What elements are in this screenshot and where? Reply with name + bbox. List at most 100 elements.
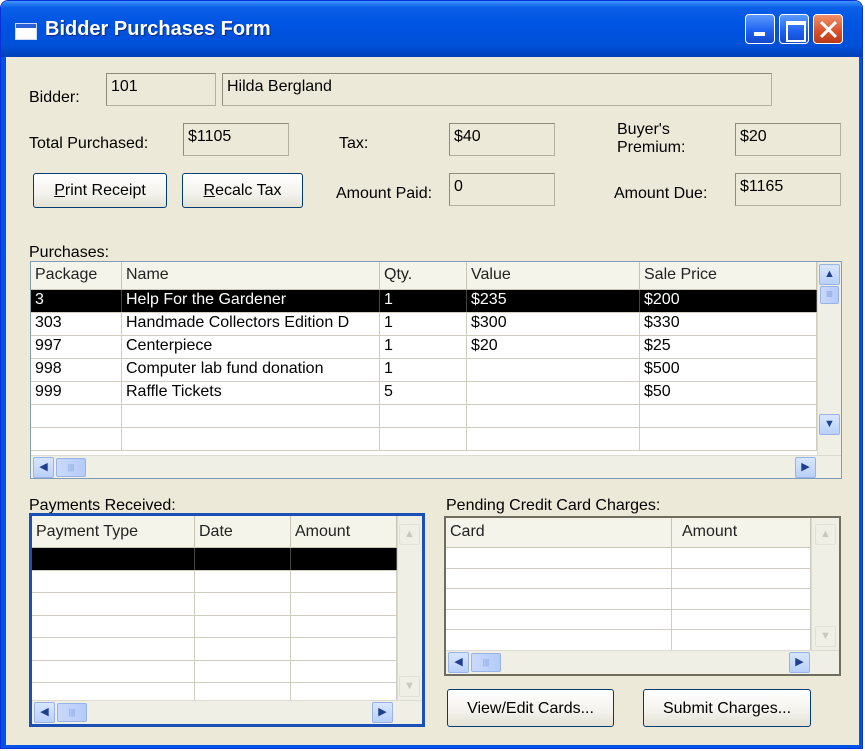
column-header-card[interactable]: Card [446, 518, 672, 548]
pending-vertical-scrollbar[interactable]: ▲ ▼ [811, 518, 839, 650]
cell-amount[interactable] [672, 609, 811, 629]
tax-field[interactable]: $40 [449, 123, 555, 156]
scroll-right-icon[interactable]: ▶ [372, 702, 393, 723]
cell-card[interactable] [446, 589, 672, 609]
cell-amount[interactable] [291, 593, 397, 615]
cell-name[interactable]: Help For the Gardener [122, 290, 380, 312]
bidder-name-field[interactable]: Hilda Bergland [222, 73, 772, 106]
cell-payment-type[interactable] [32, 570, 195, 592]
cell-package[interactable]: 999 [31, 382, 122, 404]
scroll-left-icon[interactable]: ◀ [33, 457, 54, 478]
cell-date[interactable] [195, 615, 291, 637]
cell-sale-price[interactable] [640, 428, 817, 450]
cell-value[interactable]: $235 [467, 290, 640, 312]
payment-row[interactable] [32, 593, 397, 616]
cell-name[interactable]: Raffle Tickets [122, 382, 380, 404]
scroll-thumb[interactable] [471, 653, 501, 672]
cell-amount[interactable] [291, 660, 397, 682]
cell-package[interactable]: 303 [31, 313, 122, 335]
cell-qty[interactable]: 1 [380, 290, 467, 312]
cell-name[interactable]: Handmade Collectors Edition D [122, 313, 380, 335]
cell-sale-price[interactable]: $200 [640, 290, 817, 312]
cell-name[interactable] [122, 428, 380, 450]
cell-name[interactable]: Computer lab fund donation [122, 359, 380, 381]
purchase-row[interactable]: 3 Help For the Gardener 1 $235 $200 [31, 290, 817, 313]
maximize-button[interactable] [779, 14, 809, 44]
amount-due-field[interactable]: $1165 [735, 173, 841, 206]
cell-package[interactable]: 3 [31, 290, 122, 312]
cell-card[interactable] [446, 568, 672, 588]
payment-row[interactable] [32, 615, 397, 638]
payments-grid[interactable]: Payment Type Date Amount ▲ ▼ ◀ ▶ [29, 513, 425, 727]
cell-sale-price[interactable]: $25 [640, 336, 817, 358]
cell-value[interactable]: $300 [467, 313, 640, 335]
cell-payment-type[interactable] [32, 638, 195, 660]
cell-sale-price[interactable] [640, 405, 817, 427]
pending-charge-row[interactable] [446, 568, 811, 589]
cell-qty[interactable] [380, 428, 467, 450]
cell-value[interactable]: $20 [467, 336, 640, 358]
pending-charges-grid[interactable]: Card Amount ▲ ▼ ◀ ▶ [444, 516, 841, 676]
cell-amount[interactable] [291, 570, 397, 592]
purchase-row[interactable]: 997 Centerpiece 1 $20 $25 [31, 336, 817, 359]
cell-name[interactable] [122, 405, 380, 427]
scroll-up-icon[interactable]: ▲ [819, 264, 840, 285]
title-bar[interactable]: Bidder Purchases Form [1, 1, 862, 57]
cell-sale-price[interactable]: $500 [640, 359, 817, 381]
cell-value[interactable] [467, 428, 640, 450]
scroll-thumb[interactable] [820, 286, 839, 304]
scroll-down-icon[interactable]: ▼ [815, 626, 836, 647]
cell-sale-price[interactable]: $330 [640, 313, 817, 335]
pending-charge-row[interactable] [446, 609, 811, 630]
cell-package[interactable] [31, 405, 122, 427]
cell-date[interactable] [195, 548, 291, 570]
cell-qty[interactable]: 5 [380, 382, 467, 404]
close-button[interactable] [813, 14, 843, 44]
cell-amount[interactable] [672, 568, 811, 588]
purchases-vertical-scrollbar[interactable]: ▲ ▼ [817, 262, 841, 455]
cell-package[interactable]: 998 [31, 359, 122, 381]
cell-date[interactable] [195, 638, 291, 660]
column-header-amount[interactable]: Amount [672, 518, 811, 548]
bidder-number-field[interactable]: 101 [106, 73, 216, 106]
cell-value[interactable] [467, 382, 640, 404]
amount-paid-field[interactable]: 0 [449, 173, 555, 206]
cell-payment-type[interactable] [32, 615, 195, 637]
print-receipt-button[interactable]: Print Receipt [33, 173, 167, 208]
scroll-left-icon[interactable]: ◀ [34, 702, 55, 723]
cell-card[interactable] [446, 548, 672, 568]
cell-value[interactable] [467, 405, 640, 427]
scroll-thumb[interactable] [57, 703, 87, 722]
scroll-right-icon[interactable]: ▶ [789, 652, 810, 673]
payment-row[interactable] [32, 570, 397, 593]
buyers-premium-field[interactable]: $20 [735, 123, 841, 156]
cell-payment-type[interactable] [32, 660, 195, 682]
payments-vertical-scrollbar[interactable]: ▲ ▼ [397, 516, 422, 700]
cell-qty[interactable]: 1 [380, 359, 467, 381]
cell-name[interactable]: Centerpiece [122, 336, 380, 358]
column-header-date[interactable]: Date [195, 516, 291, 548]
column-header-amount[interactable]: Amount [291, 516, 397, 548]
column-header-payment-type[interactable]: Payment Type [32, 516, 195, 548]
pending-charge-row[interactable] [446, 589, 811, 610]
column-header-sale-price[interactable]: Sale Price [640, 262, 817, 290]
minimize-button[interactable] [745, 14, 775, 44]
payments-horizontal-scrollbar[interactable]: ◀ ▶ [32, 700, 422, 724]
scroll-right-icon[interactable]: ▶ [795, 457, 816, 478]
cell-amount[interactable] [291, 615, 397, 637]
cell-amount[interactable] [291, 638, 397, 660]
scroll-thumb[interactable] [56, 458, 86, 477]
scroll-down-icon[interactable]: ▼ [399, 676, 420, 697]
cell-card[interactable] [446, 630, 672, 650]
purchase-row[interactable]: 303 Handmade Collectors Edition D 1 $300 $33… [31, 313, 817, 336]
payment-row[interactable] [32, 548, 397, 571]
scroll-up-icon[interactable]: ▲ [399, 524, 420, 545]
purchase-row[interactable]: 999 Raffle Tickets 5 $50 [31, 382, 817, 405]
cell-amount[interactable] [291, 548, 397, 570]
scroll-up-icon[interactable]: ▲ [815, 524, 836, 545]
column-header-value[interactable]: Value [467, 262, 640, 290]
cell-qty[interactable] [380, 405, 467, 427]
cell-date[interactable] [195, 660, 291, 682]
cell-qty[interactable]: 1 [380, 336, 467, 358]
column-header-qty[interactable]: Qty. [380, 262, 467, 290]
